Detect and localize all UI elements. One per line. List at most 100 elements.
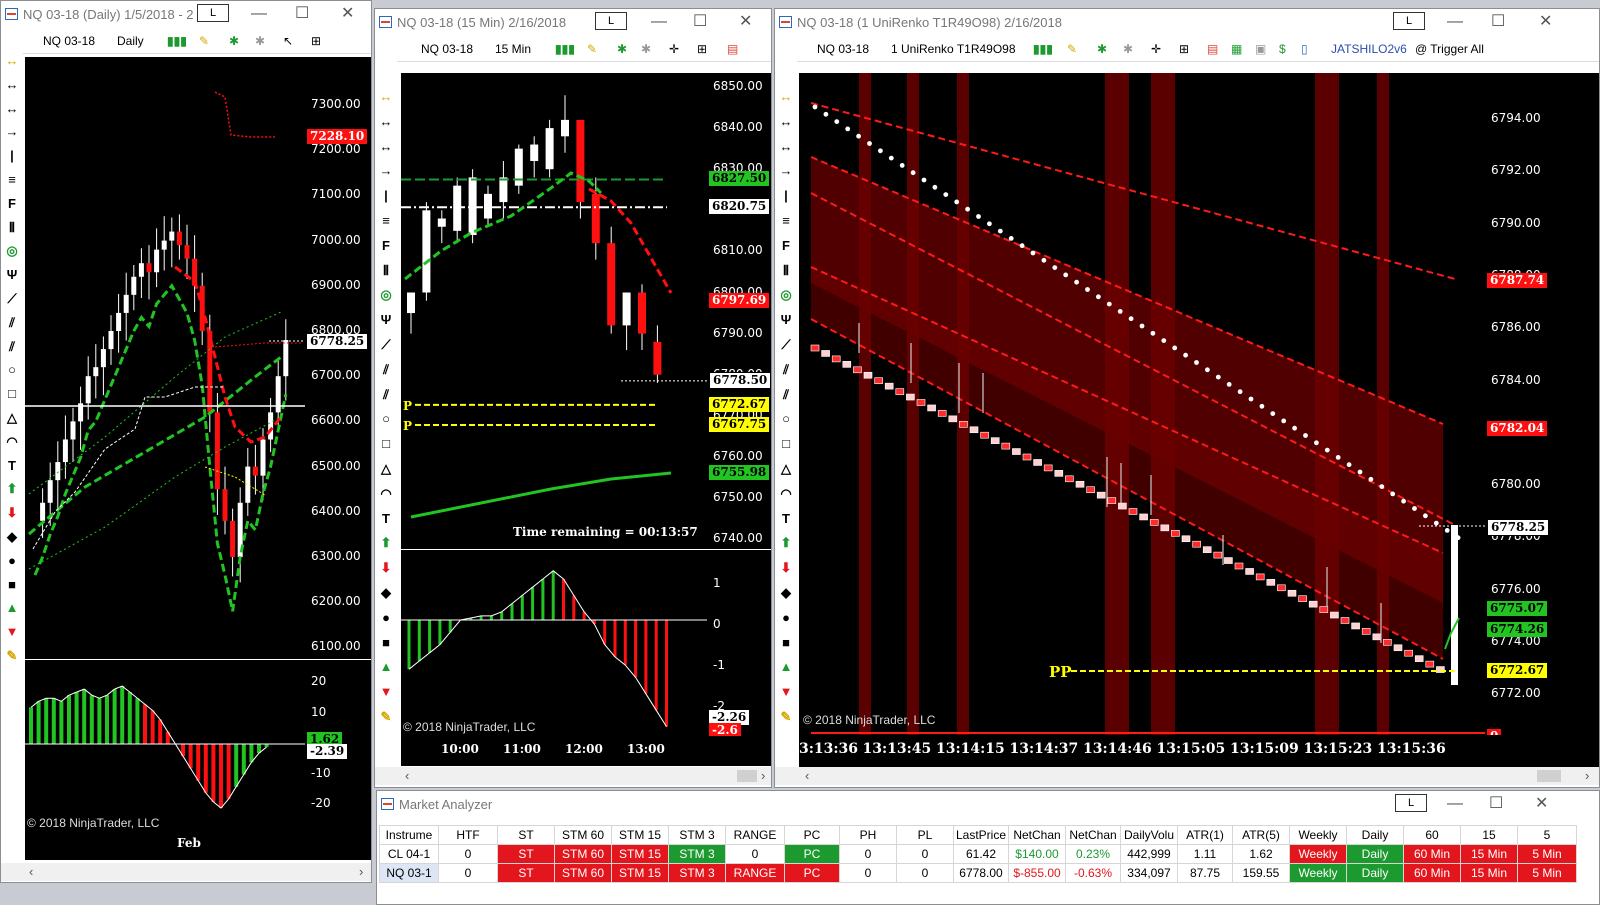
title-bar[interactable]: NQ 03-18 (15 Min) 2/16/2018 L — ☐ ✕ <box>375 9 771 37</box>
column-header[interactable]: ATR(5) <box>1232 825 1290 845</box>
diamond-icon[interactable]: ◆ <box>378 585 394 601</box>
minimize-button[interactable]: — <box>1447 796 1463 812</box>
column-header[interactable]: PL <box>896 825 954 845</box>
line-icon[interactable]: ↔ <box>378 139 394 155</box>
triangle-icon[interactable]: △ <box>4 410 20 426</box>
table-cell[interactable]: STM 3 <box>668 844 726 864</box>
data-box-icon[interactable]: ▦ <box>1231 42 1242 56</box>
table-cell[interactable]: 6778.00 <box>953 863 1009 883</box>
triangle-up-icon[interactable]: ▲ <box>378 659 394 675</box>
scroll-left-icon[interactable]: ‹ <box>805 768 809 783</box>
table-cell[interactable]: 442,999 <box>1120 844 1178 864</box>
column-header[interactable]: LastPrice <box>953 825 1009 845</box>
andrews-pitchfork-icon[interactable]: Ψ <box>378 312 394 328</box>
table-cell[interactable]: STM 60 <box>554 844 612 864</box>
table-cell[interactable]: 159.55 <box>1232 863 1290 883</box>
horizontal-scrollbar[interactable]: ‹ › <box>1 863 371 881</box>
table-cell[interactable]: 15 Min <box>1460 863 1518 883</box>
maximize-button[interactable]: ☐ <box>1491 14 1505 30</box>
table-cell[interactable]: RANGE <box>725 863 785 883</box>
text-icon[interactable]: T <box>378 511 394 527</box>
risk-reward-icon[interactable]: ↔ <box>4 77 20 93</box>
zoom-icon[interactable]: ⊞ <box>697 42 707 56</box>
dot-icon[interactable]: ● <box>4 553 20 569</box>
diamond-icon[interactable]: ◆ <box>778 585 794 601</box>
table-cell[interactable]: 60 Min <box>1403 863 1461 883</box>
indicators-icon[interactable]: ✱ <box>229 34 239 48</box>
column-header[interactable]: 5 <box>1517 825 1577 845</box>
fibonacci-icon[interactable]: F <box>378 238 394 254</box>
column-header[interactable]: Daily <box>1346 825 1404 845</box>
line-icon[interactable]: ↔ <box>4 101 20 117</box>
table-cell[interactable]: STM 60 <box>554 863 612 883</box>
chart-trader-icon[interactable]: ▣ <box>1255 42 1266 56</box>
scroll-thumb[interactable] <box>1537 770 1561 782</box>
table-cell[interactable]: 61.42 <box>953 844 1009 864</box>
table-cell[interactable]: PC <box>784 863 840 883</box>
zoom-icon[interactable]: ⊞ <box>1179 42 1189 56</box>
cursor-icon[interactable]: ↖ <box>283 34 293 48</box>
scroll-right-icon[interactable]: › <box>1585 768 1589 783</box>
bar-type-icon[interactable]: ▮▮▮ <box>1033 42 1053 56</box>
vertical-line-icon[interactable]: | <box>778 188 794 204</box>
fib-extension-icon[interactable]: ⦀ <box>778 263 794 279</box>
arc-icon[interactable]: ◠ <box>778 486 794 502</box>
vertical-line-icon[interactable]: | <box>378 188 394 204</box>
maximize-button[interactable]: ☐ <box>693 14 707 30</box>
column-header[interactable]: DailyVolu <box>1120 825 1178 845</box>
column-header[interactable]: STM 60 <box>554 825 612 845</box>
table-cell[interactable]: 334,097 <box>1120 863 1178 883</box>
horizontal-scrollbar[interactable]: ‹ › <box>375 767 771 785</box>
minimize-button[interactable]: — <box>651 14 667 30</box>
indicators-icon[interactable]: ✱ <box>617 42 627 56</box>
scroll-right-icon[interactable]: › <box>761 768 765 783</box>
scroll-thumb[interactable] <box>737 770 757 782</box>
triangle-down-icon[interactable]: ▼ <box>778 684 794 700</box>
trigger-selector[interactable]: @ Trigger All <box>1415 42 1484 56</box>
pencil-icon[interactable]: ✎ <box>778 709 794 725</box>
andrews-pitchfork-icon[interactable]: Ψ <box>778 312 794 328</box>
column-header[interactable]: 60 <box>1403 825 1461 845</box>
vertical-line-icon[interactable]: | <box>4 148 20 164</box>
table-cell[interactable]: ST <box>497 844 555 864</box>
table-cell[interactable]: $-855.00 <box>1008 863 1066 883</box>
ruler-icon[interactable]: ↔ <box>378 89 394 105</box>
rectangle-icon[interactable]: □ <box>4 386 20 402</box>
ruler-icon[interactable]: ↔ <box>778 89 794 105</box>
table-cell[interactable]: STM 3 <box>668 863 726 883</box>
fibonacci-icon[interactable]: F <box>4 196 20 212</box>
column-header[interactable]: STM 3 <box>668 825 726 845</box>
table-cell[interactable]: 0 <box>896 863 954 883</box>
link-button[interactable]: L <box>1395 794 1427 812</box>
table-cell[interactable]: 5 Min <box>1517 844 1577 864</box>
ruler-icon[interactable]: ↔ <box>4 53 20 69</box>
close-button[interactable]: ✕ <box>1535 796 1548 812</box>
square-icon[interactable]: ■ <box>778 635 794 651</box>
horizontal-lines-icon[interactable]: ≡ <box>4 172 20 188</box>
arrow-down-icon[interactable]: ⬇ <box>378 560 394 576</box>
table-cell[interactable]: 1.11 <box>1177 844 1233 864</box>
square-icon[interactable]: ■ <box>4 577 20 593</box>
table-cell[interactable]: 60 Min <box>1403 844 1461 864</box>
minimize-button[interactable]: — <box>1447 14 1463 30</box>
table-cell[interactable]: STM 15 <box>611 863 669 883</box>
strategies-icon[interactable]: ✱ <box>1123 42 1133 56</box>
link-button[interactable]: L <box>595 12 627 30</box>
table-cell[interactable]: 0 <box>839 844 897 864</box>
table-cell[interactable]: Weekly <box>1289 844 1347 864</box>
time-axis[interactable]: 10:00 11:00 12:00 13:00 <box>401 736 771 766</box>
table-cell[interactable]: Daily <box>1346 844 1404 864</box>
scroll-left-icon[interactable]: ‹ <box>29 864 33 879</box>
gann-fan-icon[interactable]: ⟋ <box>778 337 794 353</box>
text-icon[interactable]: T <box>778 511 794 527</box>
pencil-icon[interactable]: ✎ <box>378 709 394 725</box>
horizontal-lines-icon[interactable]: ≡ <box>378 213 394 229</box>
fib-circle-icon[interactable]: ◎ <box>778 287 794 303</box>
table-cell[interactable]: 0 <box>725 844 785 864</box>
table-cell[interactable]: 0 <box>896 844 954 864</box>
ellipse-icon[interactable]: ○ <box>378 411 394 427</box>
crosshair-icon[interactable]: ✛ <box>669 42 679 56</box>
indicators-icon[interactable]: ✱ <box>1097 42 1107 56</box>
triangle-up-icon[interactable]: ▲ <box>778 659 794 675</box>
bar-type-icon[interactable]: ▮▮▮ <box>167 34 187 48</box>
